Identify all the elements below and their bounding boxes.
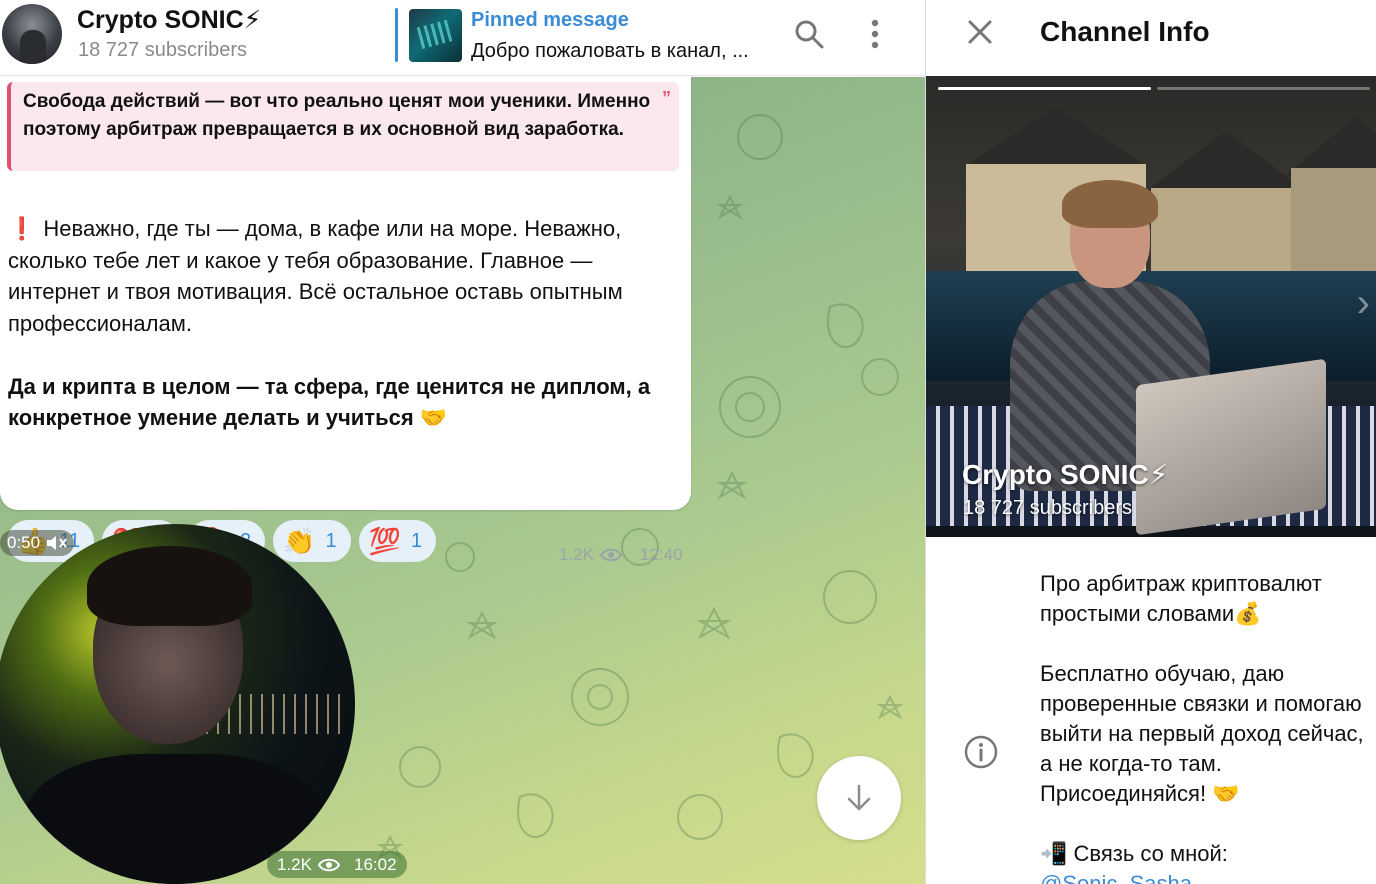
message-bubble[interactable]: Свобода действий — вот что реально ценят… bbox=[0, 77, 691, 564]
telegram-window: Crypto SONIC⚡ 18 727 subscribers Pinned … bbox=[0, 0, 1376, 884]
building-roof bbox=[1146, 131, 1306, 191]
pinned-indicator bbox=[395, 8, 398, 62]
video-duration: 0:50 bbox=[7, 533, 41, 552]
building-roof bbox=[1286, 116, 1376, 176]
message-paragraph-2: Да и крипта в целом — та сфера, где цени… bbox=[8, 373, 651, 431]
description-paragraph-3: 📲 Связь со мной: bbox=[1040, 841, 1228, 866]
photo-subscriber-count: 18 727 subscribers bbox=[963, 497, 1132, 519]
message-paragraph-1: Неважно, где ты — дома, в кафе или на мо… bbox=[8, 216, 623, 336]
search-icon[interactable] bbox=[791, 16, 827, 52]
panel-title: Channel Info bbox=[1040, 16, 1210, 47]
reaction-count: 1 bbox=[411, 529, 423, 552]
video-person-hair bbox=[87, 546, 252, 626]
photo-progress bbox=[938, 87, 1370, 90]
scroll-down-button[interactable] bbox=[817, 756, 901, 840]
building-roof bbox=[966, 106, 1146, 166]
message-meta: 1.2K 12:40 bbox=[559, 545, 683, 565]
channel-avatar[interactable] bbox=[2, 4, 62, 64]
building bbox=[1291, 168, 1376, 283]
hundred-icon: 💯 bbox=[368, 526, 402, 556]
description-paragraph-2: Бесплатно обучаю, даю проверенные связки… bbox=[1040, 661, 1364, 806]
photo-person-hair bbox=[1062, 180, 1158, 228]
more-options-icon[interactable] bbox=[857, 16, 893, 52]
channel-photo[interactable]: › Crypto SONIC⚡ 18 727 subscribers bbox=[926, 76, 1376, 537]
quote-block: Свобода действий — вот что реально ценят… bbox=[7, 82, 679, 171]
clap-icon: 👏 bbox=[283, 526, 316, 556]
video-view-count: 1.2K bbox=[277, 854, 312, 874]
view-count: 1.2K bbox=[559, 545, 594, 564]
video-time: 16:02 bbox=[353, 854, 397, 874]
video-meta: 1.2K 16:02 bbox=[267, 851, 407, 878]
channel-name[interactable]: Crypto SONIC⚡ bbox=[77, 5, 261, 35]
contact-link[interactable]: @Sonic_Sasha bbox=[1040, 869, 1370, 884]
pinned-label[interactable]: Pinned message bbox=[471, 9, 629, 32]
muted-speaker-icon[interactable] bbox=[46, 535, 68, 551]
laptop bbox=[1136, 358, 1326, 536]
photo-channel-name: Crypto SONIC⚡ bbox=[962, 459, 1169, 490]
reaction-hundred[interactable]: 💯 1 bbox=[358, 520, 437, 562]
video-duration-badge[interactable]: 0:50 bbox=[0, 530, 75, 556]
channel-info-panel: Channel Info › Crypto SONIC⚡ 18 727 subs… bbox=[926, 0, 1376, 884]
close-icon[interactable] bbox=[963, 15, 997, 49]
chevron-right-icon[interactable]: › bbox=[1357, 281, 1370, 326]
eye-icon bbox=[317, 858, 340, 871]
message-time: 12:40 bbox=[639, 545, 683, 564]
reaction-clap[interactable]: 👏 1 bbox=[273, 520, 351, 562]
pinned-thumbnail[interactable] bbox=[409, 9, 462, 62]
reaction-count: 1 bbox=[325, 529, 337, 552]
channel-description: Про арбитраж криптовалют простыми словам… bbox=[1040, 569, 1370, 884]
video-message[interactable] bbox=[0, 524, 355, 884]
pinned-text[interactable]: Добро пожаловать в канал, ... bbox=[471, 40, 749, 63]
message-text: ❗ Неважно, где ты — дома, в кафе или на м… bbox=[8, 213, 688, 465]
chat-header: Crypto SONIC⚡ 18 727 subscribers Pinned … bbox=[0, 0, 925, 76]
subscriber-count: 18 727 subscribers bbox=[78, 39, 247, 61]
quote-text: Свобода действий — вот что реально ценят… bbox=[23, 91, 651, 140]
arrow-down-icon bbox=[847, 784, 871, 811]
exclamation-icon: ❗ bbox=[8, 216, 36, 241]
info-icon bbox=[964, 735, 998, 769]
description-paragraph-1: Про арбитраж криптовалют простыми словам… bbox=[1040, 571, 1322, 626]
quote-icon: ” bbox=[662, 88, 671, 108]
eye-icon bbox=[599, 548, 622, 562]
